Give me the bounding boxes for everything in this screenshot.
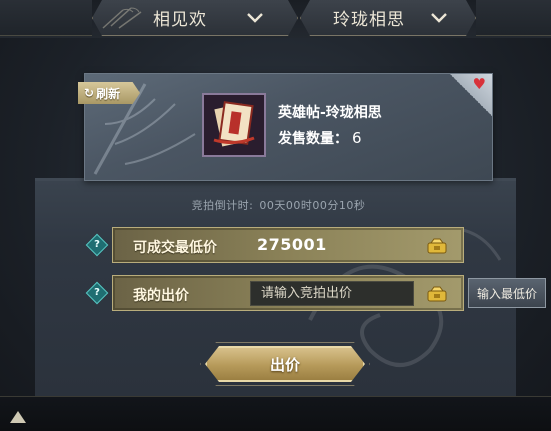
favorite-corner[interactable]: ♥	[450, 74, 492, 116]
refresh-label: 刷新	[96, 86, 121, 101]
my-bid-label: 我的出价	[133, 288, 189, 304]
top-side-left	[0, 0, 92, 36]
item-card: ♥	[84, 73, 493, 181]
min-price-label: 可成交最低价	[133, 240, 217, 256]
countdown-label: 竞拍倒计时:	[191, 199, 254, 212]
warning-icon	[10, 411, 26, 423]
refresh-icon: ↻	[84, 86, 95, 100]
sale-count-value: 6	[352, 129, 362, 147]
item-name: 英雄帖-玲珑相思	[278, 105, 382, 121]
enter-min-price-button[interactable]: 输入最低价	[468, 278, 546, 308]
sale-count-row: 发售数量： 6	[278, 128, 362, 148]
gold-ingot-icon	[427, 286, 447, 302]
heart-icon[interactable]: ♥	[473, 77, 486, 92]
gold-ingot-icon	[427, 238, 447, 254]
my-bid-row: 我的出价	[112, 275, 464, 311]
bottom-notice-strip	[0, 396, 551, 431]
auction-countdown: 竞拍倒计时: 00天00时00分10秒	[0, 197, 551, 213]
top-side-right	[476, 0, 551, 36]
category-dropdown[interactable]: 玲珑相思	[300, 0, 476, 36]
server-dropdown[interactable]: 相见欢	[92, 0, 298, 36]
bid-button[interactable]: 出价	[205, 346, 365, 382]
server-dropdown-label: 相见欢	[153, 10, 207, 30]
bid-input[interactable]	[250, 281, 414, 306]
bamboo-decoration-icon	[101, 6, 151, 30]
countdown-value: 00天00时00分10秒	[259, 199, 366, 212]
chevron-down-icon	[431, 13, 447, 23]
scroll-letter-icon	[213, 101, 255, 147]
chevron-down-icon	[247, 13, 263, 23]
min-price-value: 275001	[257, 235, 327, 254]
item-thumbnail[interactable]	[202, 93, 266, 157]
category-dropdown-label: 玲珑相思	[333, 10, 405, 30]
sale-count-label: 发售数量：	[278, 131, 348, 147]
min-price-row: 可成交最低价 275001	[112, 227, 464, 263]
refresh-button[interactable]: ↻ 刷新	[78, 82, 140, 104]
